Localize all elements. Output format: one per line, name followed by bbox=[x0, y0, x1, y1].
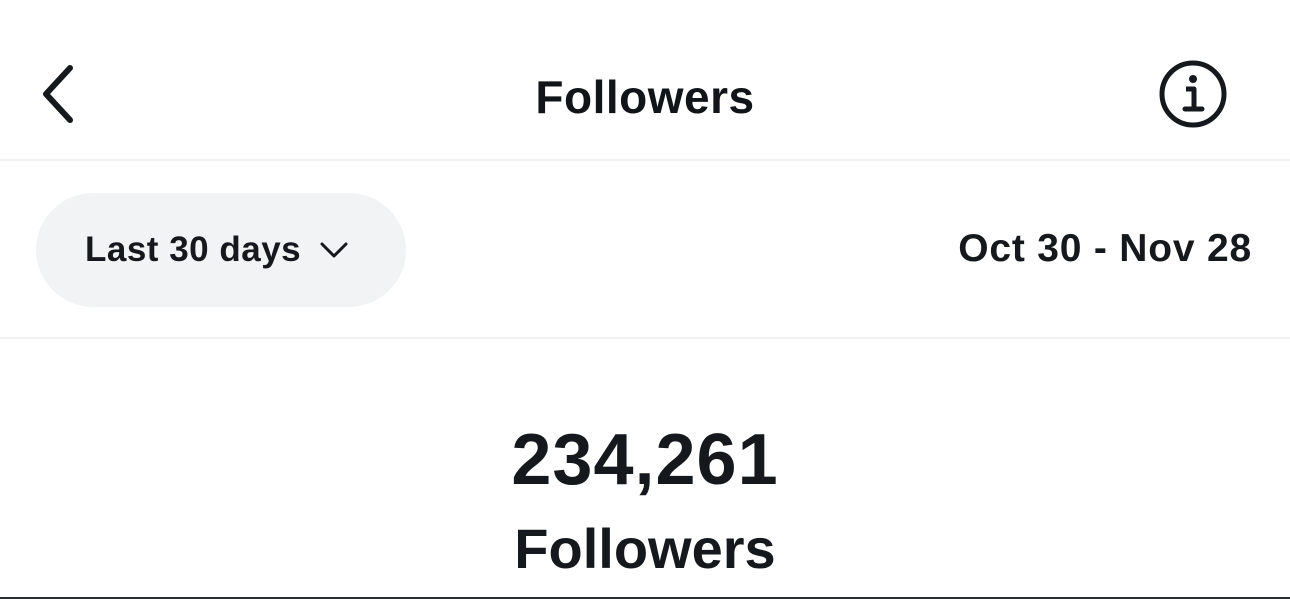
followers-count-label: Followers bbox=[514, 517, 776, 580]
page-title: Followers bbox=[535, 71, 755, 123]
date-range-dropdown-label: Last 30 days bbox=[85, 230, 302, 269]
date-range-dropdown[interactable]: Last 30 days bbox=[36, 193, 406, 307]
info-circle-icon bbox=[1159, 60, 1227, 128]
followers-summary: 234,261 Followers bbox=[0, 339, 1290, 597]
date-range-text: Oct 30 - Nov 28 bbox=[958, 227, 1252, 270]
filter-row: Last 30 days Oct 30 - Nov 28 bbox=[0, 161, 1290, 339]
followers-count: 234,261 bbox=[511, 420, 779, 500]
top-bar: Followers bbox=[0, 0, 1290, 161]
chevron-down-icon bbox=[319, 240, 349, 260]
info-button[interactable] bbox=[1158, 59, 1228, 129]
